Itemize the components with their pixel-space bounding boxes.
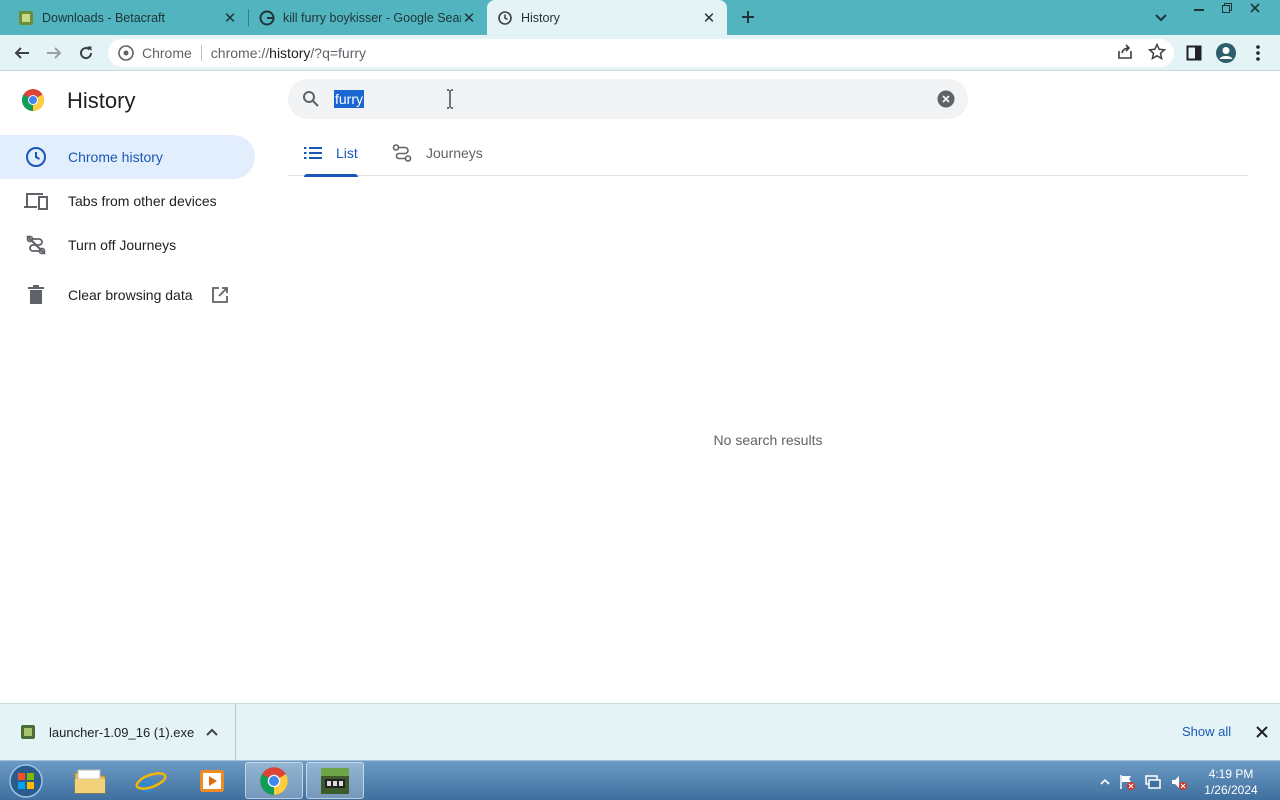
reload-icon[interactable] bbox=[74, 41, 98, 65]
window-controls bbox=[1188, 0, 1266, 16]
tab-title: Downloads - Betacraft bbox=[42, 10, 165, 25]
show-hidden-icons-icon[interactable] bbox=[1100, 778, 1110, 786]
show-all-downloads-link[interactable]: Show all bbox=[1182, 724, 1231, 739]
clear-search-icon[interactable] bbox=[937, 90, 955, 108]
sidebar-item-label: Chrome history bbox=[68, 149, 163, 165]
tab-title: kill furry boykisser - Google Search bbox=[283, 10, 461, 25]
clock-icon bbox=[24, 146, 48, 168]
taskbar-explorer[interactable] bbox=[61, 762, 119, 799]
google-favicon-icon bbox=[259, 10, 275, 25]
sidebar-item-label: Clear browsing data bbox=[68, 287, 193, 303]
history-search-box[interactable]: furry bbox=[288, 79, 968, 119]
taskbar-clock[interactable]: 4:19 PM 1/26/2024 bbox=[1196, 766, 1266, 798]
action-center-flag-icon[interactable] bbox=[1118, 773, 1136, 791]
site-info-chip[interactable]: Chrome bbox=[118, 45, 192, 61]
close-download-shelf-icon[interactable] bbox=[1254, 724, 1270, 740]
minimize-icon[interactable] bbox=[1188, 0, 1210, 16]
trash-icon bbox=[24, 284, 48, 306]
journeys-icon bbox=[392, 144, 412, 162]
betacraft-favicon-icon bbox=[19, 10, 33, 25]
tab-close-icon[interactable]: ✕ bbox=[222, 10, 238, 27]
site-label: Chrome bbox=[142, 45, 192, 61]
tab-strip: Downloads - Betacraft ✕ kill furry boyki… bbox=[0, 0, 1280, 35]
url-text: chrome://history/?q=furry bbox=[210, 45, 367, 61]
sidebar-item-label: Turn off Journeys bbox=[68, 237, 177, 253]
forward-arrow-icon[interactable] bbox=[42, 41, 66, 65]
taskbar-betacraft[interactable] bbox=[306, 762, 364, 799]
chrome-icon bbox=[260, 766, 288, 795]
clock-time: 4:19 PM bbox=[1208, 767, 1254, 781]
page-title: History bbox=[67, 88, 136, 113]
tab-close-icon[interactable]: ✕ bbox=[701, 10, 717, 27]
tab-title: History bbox=[521, 10, 560, 25]
clock-date: 1/26/2024 bbox=[1204, 783, 1258, 797]
tab-history[interactable]: History ✕ bbox=[487, 0, 727, 35]
tab-list[interactable]: List bbox=[304, 130, 358, 177]
tab-search-chevron-down-icon[interactable] bbox=[1151, 8, 1171, 28]
tab-google-search[interactable]: kill furry boykisser - Google Search ✕ bbox=[249, 0, 487, 35]
windows-taskbar: e 4:19 PM 1/26/2024 bbox=[0, 760, 1280, 800]
history-page: History furry Chrome history Tabs from o… bbox=[0, 72, 1280, 703]
profile-avatar-icon[interactable] bbox=[1214, 41, 1238, 65]
history-clock-icon bbox=[498, 10, 512, 25]
more-menu-icon[interactable] bbox=[1246, 41, 1270, 65]
sidebar-item-tabs-from-other-devices[interactable]: Tabs from other devices bbox=[0, 179, 255, 223]
download-item[interactable]: launcher-1.09_16 (1).exe bbox=[0, 704, 236, 761]
sidebar-item-label: Tabs from other devices bbox=[68, 193, 217, 209]
volume-muted-icon[interactable] bbox=[1170, 773, 1188, 791]
taskbar-media-player[interactable] bbox=[183, 762, 241, 799]
download-shelf: launcher-1.09_16 (1).exe Show all bbox=[0, 703, 1280, 761]
tab-downloads-betacraft[interactable]: Downloads - Betacraft ✕ bbox=[8, 0, 248, 35]
taskbar-internet-explorer[interactable]: e bbox=[122, 762, 180, 799]
start-orb-icon[interactable] bbox=[6, 763, 46, 799]
internet-explorer-icon: e bbox=[135, 766, 167, 796]
browser-toolbar: Chrome chrome://history/?q=furry bbox=[0, 35, 1280, 71]
tab-journeys[interactable]: Journeys bbox=[392, 130, 483, 176]
sidebar-item-turn-off-journeys[interactable]: Turn off Journeys bbox=[0, 223, 255, 267]
sidebar-item-chrome-history[interactable]: Chrome history bbox=[0, 135, 255, 179]
side-panel-icon[interactable] bbox=[1182, 41, 1206, 65]
new-tab-plus-icon[interactable] bbox=[736, 5, 760, 29]
chrome-logo-icon bbox=[22, 89, 44, 111]
sidebar-item-clear-browsing-data[interactable]: Clear browsing data bbox=[0, 273, 255, 317]
journeys-off-icon bbox=[24, 234, 48, 256]
share-icon[interactable] bbox=[1116, 43, 1134, 61]
exe-file-icon bbox=[21, 725, 35, 739]
text-cursor-icon bbox=[447, 89, 453, 109]
folder-icon bbox=[74, 769, 106, 793]
omnibox-actions bbox=[1116, 43, 1166, 61]
search-input[interactable]: furry bbox=[334, 90, 364, 108]
restore-icon[interactable] bbox=[1216, 0, 1238, 16]
devices-icon bbox=[24, 190, 48, 212]
back-arrow-icon[interactable] bbox=[10, 41, 34, 65]
tab-close-icon[interactable]: ✕ bbox=[461, 10, 477, 27]
no-search-results-message: No search results bbox=[713, 432, 823, 448]
close-window-icon[interactable] bbox=[1244, 0, 1266, 16]
system-tray bbox=[1100, 773, 1188, 791]
svg-text:e: e bbox=[140, 766, 153, 796]
betacraft-launcher-icon bbox=[321, 767, 349, 794]
chevron-up-icon[interactable] bbox=[205, 725, 219, 739]
omnibox-divider bbox=[200, 45, 202, 61]
history-sidebar: Chrome history Tabs from other devices T… bbox=[0, 135, 255, 317]
network-icon[interactable] bbox=[1144, 773, 1162, 791]
search-icon bbox=[303, 91, 319, 107]
bookmark-star-icon[interactable] bbox=[1148, 43, 1166, 61]
media-player-icon bbox=[200, 769, 224, 792]
omnibox[interactable]: Chrome chrome://history/?q=furry bbox=[108, 39, 1174, 67]
open-in-new-icon bbox=[212, 287, 228, 303]
tab-label: Journeys bbox=[426, 145, 483, 161]
download-file-name: launcher-1.09_16 (1).exe bbox=[49, 725, 195, 740]
tab-label: List bbox=[336, 145, 358, 161]
taskbar-chrome[interactable] bbox=[245, 762, 303, 799]
chrome-site-icon bbox=[118, 45, 134, 61]
list-icon bbox=[304, 146, 322, 160]
view-tabs: List Journeys bbox=[288, 130, 1248, 177]
